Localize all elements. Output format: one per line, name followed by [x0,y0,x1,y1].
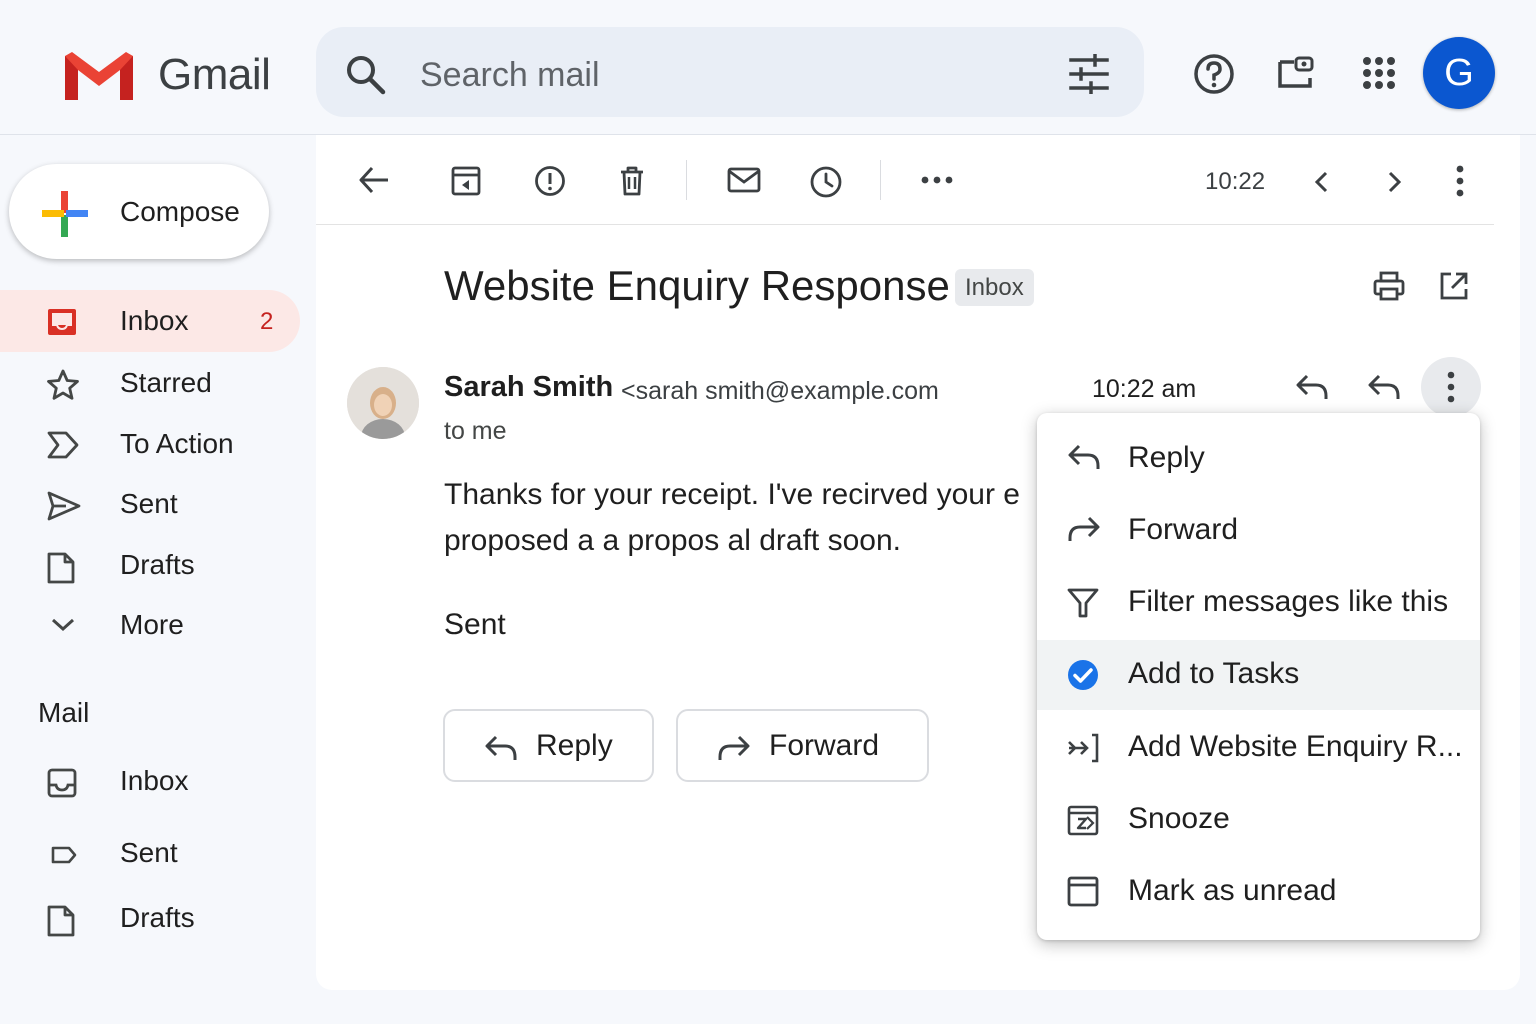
message-body-line: Thanks for your receipt. I've recirved y… [444,478,1020,511]
reply-icon [483,733,519,763]
brand-name: Gmail [158,50,271,99]
newer-chevron-left-icon[interactable] [1313,170,1331,194]
toolbar-divider [880,160,881,200]
help-icon[interactable] [1193,53,1235,95]
open-in-new-icon[interactable] [1438,270,1470,302]
inbox-tray-icon [46,767,78,799]
toolbar-divider [686,160,687,200]
add-to-icon [1066,731,1102,765]
label-icon [50,845,78,865]
sidebar-item-label: Drafts [120,549,195,580]
menu-item-add-to-tasks[interactable]: Add to Tasks [1037,640,1480,710]
more-horizontal-icon[interactable] [920,174,954,186]
menu-item-label: Filter messages like this [1128,585,1449,618]
sidebar-item-mail-drafts[interactable]: Drafts [0,887,300,949]
sidebar-item-mail-sent[interactable]: Sent [0,822,300,884]
older-chevron-right-icon[interactable] [1385,170,1403,194]
sidebar-item-to-action[interactable]: To Action [0,413,300,475]
email-subject: Website Enquiry Response [444,262,950,309]
sender-avatar[interactable] [347,367,419,439]
send-icon [46,490,82,522]
report-spam-icon[interactable] [534,165,566,197]
menu-item-label: Add Website Enquiry R... [1128,730,1463,763]
inbox-icon [46,307,78,337]
sidebar-item-drafts[interactable]: Drafts [0,534,300,596]
sidebar-item-label: Inbox [120,305,189,336]
mark-unread-mail-icon[interactable] [726,165,762,195]
more-vertical-icon[interactable] [1454,164,1466,198]
message-body: Thanks for your receipt. I've recirved y… [444,478,1038,578]
sidebar-item-label: Sent [120,837,178,868]
gmail-logo-icon[interactable] [60,48,138,104]
sidebar-item-label: Drafts [120,902,195,933]
menu-item-forward[interactable]: Forward [1037,496,1480,566]
toolbar-divider-line [316,224,1494,225]
message-actions-menu: Reply Forward Filter messages like this … [1037,413,1480,940]
draft-icon [46,904,76,938]
search-input[interactable]: Search mail [420,56,600,95]
search-icon[interactable] [345,54,387,96]
sidebar-item-mail-inbox[interactable]: Inbox [0,750,300,812]
compose-label: Compose [120,196,240,227]
sidebar-item-label: Sent [120,488,178,519]
archive-box-icon [1066,875,1100,907]
filter-icon [1066,586,1100,620]
recipient-line[interactable]: to me [444,417,507,446]
star-icon [46,369,80,401]
snooze-icon [1066,803,1100,837]
sender-email: <sarah smith@example.com [621,377,939,405]
menu-item-snooze[interactable]: Snooze [1037,785,1480,855]
apps-grid-icon[interactable] [1362,56,1396,90]
snooze-clock-icon[interactable] [809,165,843,199]
sidebar-item-label: More [120,609,184,640]
reply-button[interactable]: Reply [443,709,654,782]
inbox-label-chip[interactable]: Inbox [955,269,1034,306]
menu-item-label: Reply [1128,441,1205,474]
unread-count-badge: 2 [260,308,274,335]
meet-icon[interactable] [1276,54,1316,90]
check-circle-icon [1066,658,1100,692]
archive-icon[interactable] [450,165,482,197]
reply-all-icon[interactable] [1366,372,1402,402]
menu-item-filter[interactable]: Filter messages like this [1037,568,1480,638]
forward-icon [716,733,752,763]
menu-item-label: Snooze [1128,802,1230,835]
print-icon[interactable] [1372,270,1406,302]
message-body-line: proposed a a propos al draft soon. [444,524,901,557]
sidebar-item-inbox[interactable]: Inbox 2 [0,290,300,352]
menu-item-label: Add to Tasks [1128,657,1300,690]
forward-button[interactable]: Forward [676,709,929,782]
message-signature: Sent [444,608,506,641]
sidebar-item-label: Starred [120,367,212,398]
label-important-icon [46,430,80,460]
toolbar-time: 10:22 [1205,168,1266,195]
menu-item-mark-unread[interactable]: Mark as unread [1037,857,1480,927]
chevron-down-icon [50,616,76,634]
message-time: 10:22 am [1092,375,1197,403]
reply-button-label: Reply [536,729,613,762]
menu-item-add-website-enquiry[interactable]: Add Website Enquiry R... [1037,713,1480,783]
menu-item-label: Mark as unread [1128,874,1337,907]
reply-icon[interactable] [1294,372,1330,402]
sidebar-item-starred[interactable]: Starred [0,352,300,414]
compose-plus-icon [40,189,90,239]
mail-section-heading: Mail [38,697,90,728]
delete-icon[interactable] [617,165,647,197]
reply-icon [1066,442,1102,472]
sidebar-item-label: To Action [120,428,234,459]
sidebar-item-more[interactable]: More [0,594,300,656]
menu-item-reply[interactable]: Reply [1037,424,1480,494]
forward-button-label: Forward [769,729,880,762]
sender-name[interactable]: Sarah Smith [444,371,613,404]
menu-item-label: Forward [1128,513,1239,546]
account-avatar[interactable]: G [1423,37,1495,109]
sidebar-item-sent[interactable]: Sent [0,473,300,535]
back-arrow-icon[interactable] [358,165,390,195]
draft-icon [46,551,76,585]
search-options-icon[interactable] [1068,54,1110,94]
forward-icon [1066,514,1102,544]
message-more-button[interactable] [1421,357,1481,417]
sidebar-item-label: Inbox [120,765,189,796]
